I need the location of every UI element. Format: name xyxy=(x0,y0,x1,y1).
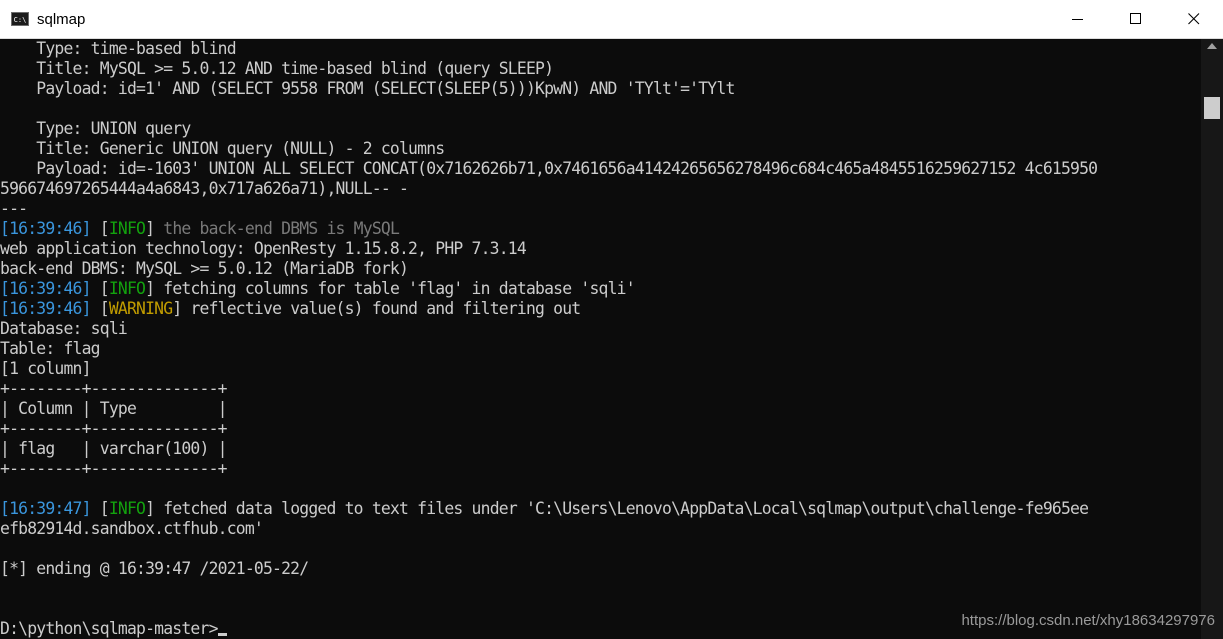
table-row: | flag | varchar(100) | xyxy=(0,439,228,458)
console-line: --- xyxy=(0,199,28,218)
console-line: efb82914d.sandbox.ctfhub.com' xyxy=(0,519,264,538)
console-line: [*] ending @ 16:39:47 /2021-05-22/ xyxy=(0,559,309,578)
title-bar[interactable]: C:\ sqlmap xyxy=(0,0,1223,39)
table-header-row: | Column | Type | xyxy=(0,399,228,418)
table-border: +--------+--------------+ xyxy=(0,459,228,478)
log-line: [16:39:46] [INFO] the back-end DBMS is M… xyxy=(0,219,400,238)
log-level-info: INFO xyxy=(108,279,146,298)
log-level-info: INFO xyxy=(108,499,146,518)
console-app-icon: C:\ xyxy=(11,12,29,26)
log-line: [16:39:47] [INFO] fetched data logged to… xyxy=(0,499,1089,518)
close-button[interactable] xyxy=(1165,0,1223,38)
log-timestamp: [16:39:47] xyxy=(0,499,91,518)
scroll-thumb[interactable] xyxy=(1204,97,1220,119)
console-line: Payload: id=1' AND (SELECT 9558 FROM (SE… xyxy=(0,79,735,98)
minimize-button[interactable] xyxy=(1049,0,1107,38)
close-icon xyxy=(1188,13,1200,25)
log-timestamp: [16:39:46] xyxy=(0,219,91,238)
log-timestamp: [16:39:46] xyxy=(0,279,91,298)
window-controls xyxy=(1049,0,1223,38)
vertical-scrollbar[interactable] xyxy=(1201,39,1223,639)
console-line: [1 column] xyxy=(0,359,91,378)
log-message: reflective value(s) found and filtering … xyxy=(190,299,581,318)
console-line: Payload: id=-1603' UNION ALL SELECT CONC… xyxy=(0,159,1098,178)
console-line: web application technology: OpenResty 1.… xyxy=(0,239,527,258)
console-line: Type: UNION query xyxy=(0,119,191,138)
maximize-button[interactable] xyxy=(1107,0,1165,38)
console-line: 596674697265444a4a6843,0x717a626a71),NUL… xyxy=(0,179,409,198)
log-level-info: INFO xyxy=(108,219,146,238)
text-cursor xyxy=(217,633,227,636)
console-line: Table: flag xyxy=(0,339,101,358)
log-message: fetched data logged to text files under … xyxy=(163,499,1089,518)
log-message: the back-end DBMS is MySQL xyxy=(163,219,400,238)
console-line: back-end DBMS: MySQL >= 5.0.12 (MariaDB … xyxy=(0,259,409,278)
console-window: C:\ sqlmap Type: time-based blind Title:… xyxy=(0,0,1223,639)
log-line: [16:39:46] [INFO] fetching columns for t… xyxy=(0,279,636,298)
maximize-icon xyxy=(1130,13,1141,24)
prompt-path: D:\python\sqlmap-master> xyxy=(0,619,218,638)
console-line: Database: sqli xyxy=(0,319,128,338)
table-border: +--------+--------------+ xyxy=(0,419,228,438)
console-line: Title: Generic UNION query (NULL) - 2 co… xyxy=(0,139,445,158)
scroll-up-icon[interactable] xyxy=(1207,43,1217,49)
watermark: https://blog.csdn.net/xhy18634297976 xyxy=(961,612,1215,629)
console-output[interactable]: Type: time-based blind Title: MySQL >= 5… xyxy=(0,39,1201,639)
log-message: fetching columns for table 'flag' in dat… xyxy=(163,279,635,298)
log-level-warning: WARNING xyxy=(108,299,173,318)
window-title: sqlmap xyxy=(37,10,86,28)
console-line: Title: MySQL >= 5.0.12 AND time-based bl… xyxy=(0,59,554,78)
table-border: +--------+--------------+ xyxy=(0,379,228,398)
minimize-icon xyxy=(1072,19,1083,20)
console-line: Type: time-based blind xyxy=(0,39,236,58)
log-line: [16:39:46] [WARNING] reflective value(s)… xyxy=(0,299,581,318)
log-timestamp: [16:39:46] xyxy=(0,299,91,318)
